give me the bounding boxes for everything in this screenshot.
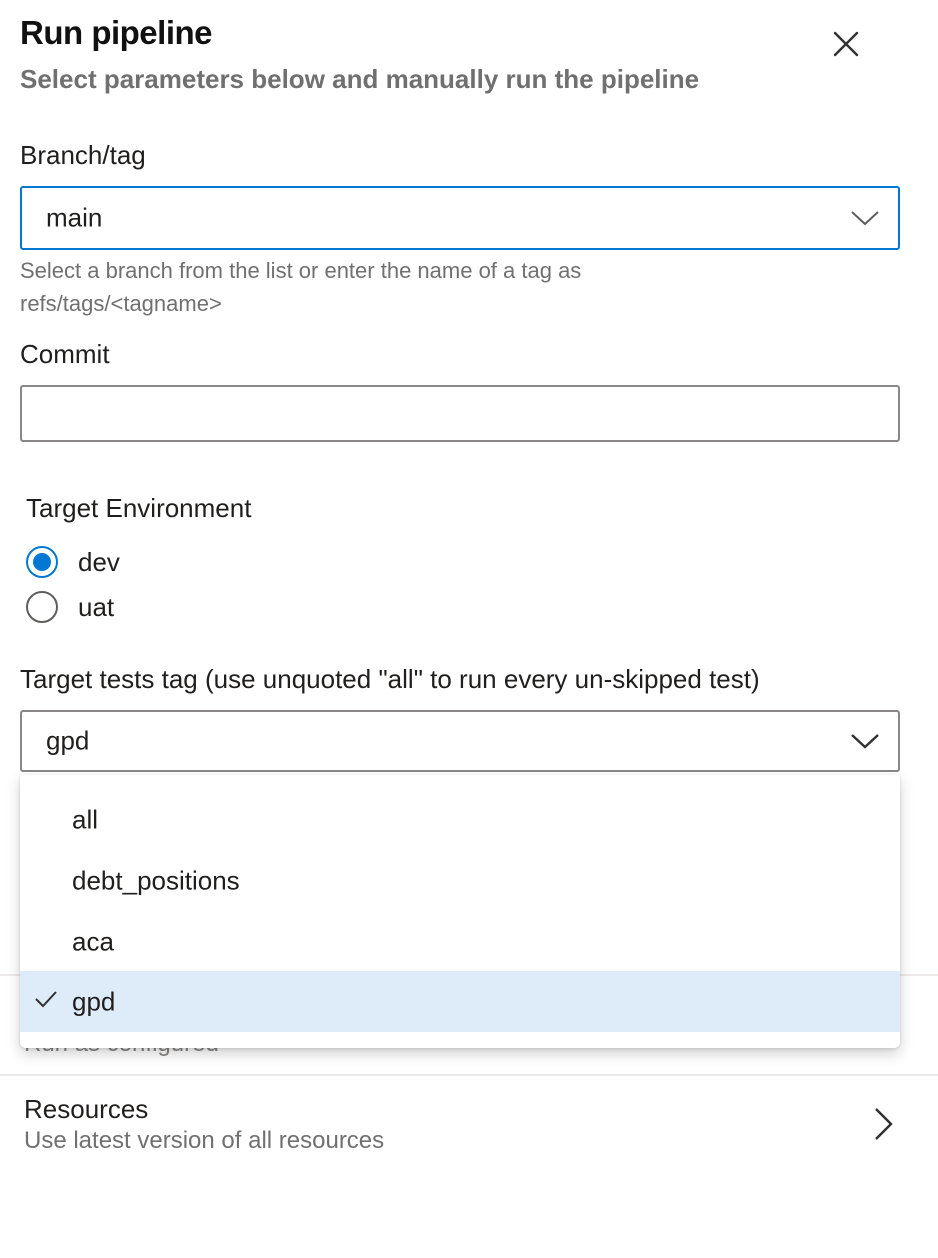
branch-value: main: [46, 202, 103, 233]
branch-label: Branch/tag: [20, 140, 146, 170]
radio-button[interactable]: [26, 591, 58, 623]
commit-label: Commit: [20, 339, 110, 369]
option-label: all: [72, 804, 99, 834]
option-label: aca: [72, 926, 114, 956]
dropdown-option-gpd[interactable]: gpd: [20, 971, 900, 1032]
environment-label: Target Environment: [26, 493, 252, 523]
option-label: debt_positions: [72, 865, 240, 895]
chevron-down-icon: [851, 734, 879, 749]
option-label: gpd: [72, 986, 116, 1016]
radio-dev[interactable]: dev: [26, 544, 120, 580]
tests-tag-select[interactable]: gpd: [20, 710, 900, 772]
resources-title: Resources: [24, 1094, 149, 1124]
tests-tag-dropdown: all debt_positions aca gpd: [20, 775, 900, 1048]
radio-button-checked[interactable]: [26, 546, 58, 578]
branch-select[interactable]: main: [20, 186, 900, 250]
dropdown-option-all[interactable]: all: [20, 789, 900, 850]
panel-title: Run pipeline: [20, 14, 213, 51]
resources-row[interactable]: Resources Use latest version of all reso…: [0, 1076, 938, 1166]
resources-subtitle: Use latest version of all resources: [24, 1127, 385, 1154]
commit-input[interactable]: [20, 385, 900, 442]
panel-subtitle: Select parameters below and manually run…: [20, 64, 700, 94]
radio-uat[interactable]: uat: [26, 589, 114, 625]
radio-dev-label: dev: [78, 546, 120, 577]
tests-tag-value: gpd: [46, 725, 90, 756]
close-icon[interactable]: [828, 26, 864, 62]
chevron-down-icon: [851, 211, 879, 226]
chevron-right-icon[interactable]: [870, 1106, 896, 1142]
branch-hint: Select a branch from the list or enter t…: [20, 258, 582, 316]
dropdown-option-aca[interactable]: aca: [20, 911, 900, 972]
checkmark-icon: [35, 991, 57, 1008]
radio-uat-label: uat: [78, 591, 115, 622]
tests-tag-label: Target tests tag (use unquoted "all" to …: [20, 664, 760, 694]
dropdown-option-debt-positions[interactable]: debt_positions: [20, 850, 900, 911]
